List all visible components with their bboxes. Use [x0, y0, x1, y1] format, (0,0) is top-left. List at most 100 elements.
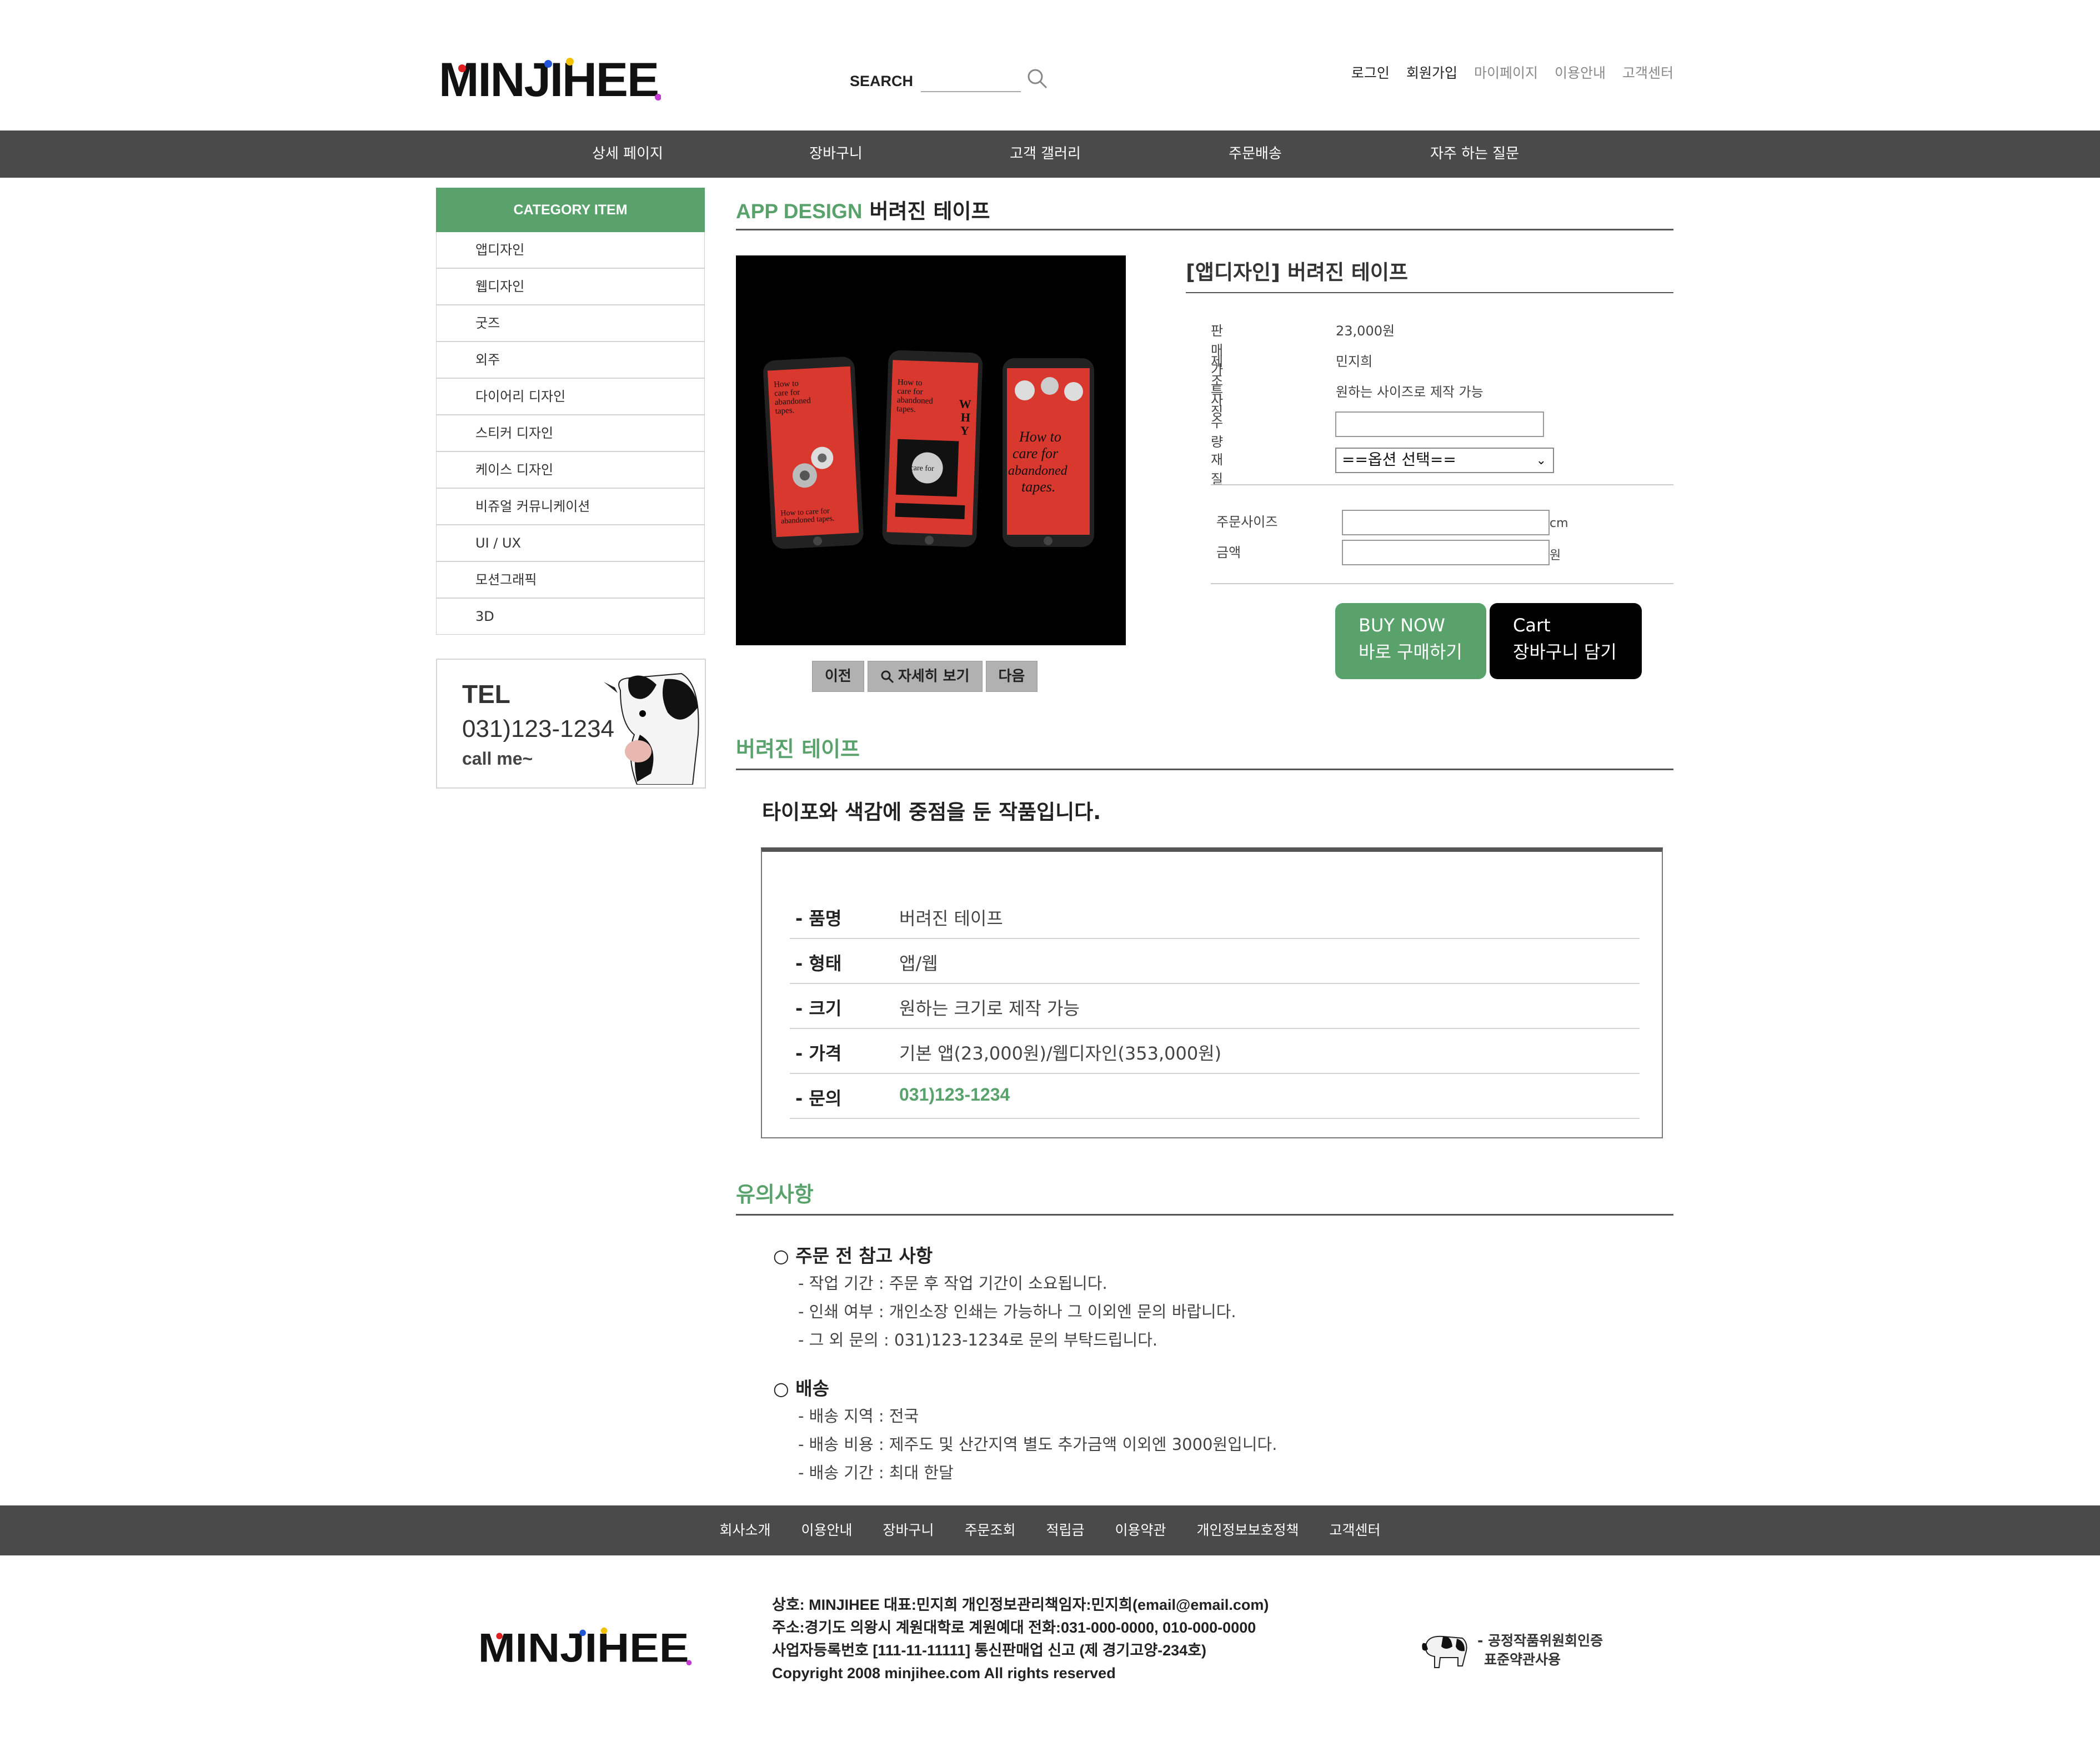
product-name-divider — [1186, 292, 1673, 293]
table-row: - 가격 기본 앱(23,000원)/웹디자인(353,000원) — [790, 1028, 1640, 1074]
shipping-note-line: - 배송 비용 : 제주도 및 산간지역 별도 추가금액 이외엔 3000원입니… — [798, 1435, 1277, 1454]
category-list: 앱디자인 웹디자인 굿즈 외주 다이어리 디자인 스티커 디자인 케이스 디자인… — [436, 232, 705, 635]
prev-button[interactable]: 이전 — [812, 661, 864, 692]
category-item-case[interactable]: 케이스 디자인 — [437, 452, 704, 489]
spec-value: 23,000원 — [1336, 323, 1395, 339]
shipping-note-line: - 배송 기간 : 최대 한달 — [798, 1463, 954, 1482]
search-bar[interactable]: SEARCH — [850, 61, 1049, 92]
material-select[interactable]: ==옵션 선택== ⌄ — [1335, 448, 1554, 473]
material-select-value: ==옵션 선택== — [1342, 450, 1456, 469]
footer-link-points[interactable]: 적립금 — [1046, 1505, 1085, 1555]
svg-text:care for: care for — [897, 387, 923, 397]
footer-link-privacy[interactable]: 개인정보보호정책 — [1197, 1505, 1299, 1555]
category-item-sticker[interactable]: 스티커 디자인 — [437, 415, 704, 452]
row-value: 앱/웹 — [899, 953, 938, 974]
shipping-note-line: - 배송 지역 : 전국 — [798, 1407, 919, 1425]
company-info: 상호: MINJIHEE 대표:민지희 개인정보관리책임자:민지희(email@… — [772, 1594, 1269, 1685]
next-button[interactable]: 다음 — [985, 661, 1038, 692]
footer-link-guide[interactable]: 이용안내 — [801, 1505, 852, 1555]
category-item-outsource[interactable]: 외주 — [437, 342, 704, 379]
svg-text:H: H — [960, 410, 970, 425]
amount-label: 금액 — [1216, 545, 1241, 560]
table-row: - 형태 앱/웹 — [790, 938, 1640, 984]
title-divider — [736, 229, 1673, 230]
copyright: Copyright 2008 minjihee.com All rights r… — [772, 1665, 1116, 1681]
detail-section-title: 버려진 테이프 — [736, 737, 860, 761]
nav-item-cart[interactable]: 장바구니 — [769, 130, 903, 178]
cow-seal-icon — [1422, 1635, 1467, 1668]
category-item-diary[interactable]: 다이어리 디자인 — [437, 379, 704, 415]
signup-link[interactable]: 회원가입 — [1406, 62, 1457, 82]
page-title: APP DESIGN 버려진 테이프 — [736, 194, 990, 224]
category-item-uiux[interactable]: UI / UX — [437, 525, 704, 562]
footer-link-support[interactable]: 고객센터 — [1330, 1505, 1381, 1555]
cart-ko: 장바구니 담기 — [1513, 641, 1617, 662]
cart-en: Cart — [1513, 615, 1551, 636]
nav-item-order[interactable]: 주문배송 — [1189, 130, 1322, 178]
row-value: 버려진 테이프 — [899, 908, 1003, 929]
phone-mockup-image: How to care for abandoned tapes. How to … — [736, 255, 1126, 645]
buy-now-ko: 바로 구매하기 — [1359, 641, 1462, 662]
svg-text:How to: How to — [898, 378, 923, 388]
contact-phone[interactable]: 031)123-1234 — [899, 1085, 1010, 1105]
table-row: - 문의 031)123-1234 — [790, 1073, 1640, 1119]
order-notes-heading: ○ 주문 전 참고 사항 — [773, 1245, 933, 1267]
svg-text:Y: Y — [960, 424, 970, 438]
mypage-link[interactable]: 마이페이지 — [1474, 62, 1538, 82]
category-item-goods[interactable]: 굿즈 — [437, 305, 704, 342]
product-image[interactable]: How to care for abandoned tapes. How to … — [736, 255, 1126, 645]
tel-call-text: call me~ — [462, 749, 533, 769]
footer-link-cart[interactable]: 장바구니 — [883, 1505, 934, 1555]
nav-item-gallery[interactable]: 고객 갤러리 — [979, 130, 1112, 178]
svg-text:abandoned: abandoned — [775, 396, 811, 407]
detail-lead: 타이포와 색감에 중점을 둔 작품입니다. — [762, 800, 1101, 824]
buy-now-button[interactable]: BUY NOW 바로 구매하기 — [1335, 603, 1486, 679]
order-size-input[interactable] — [1342, 510, 1550, 535]
add-to-cart-button[interactable]: Cart 장바구니 담기 — [1490, 603, 1642, 679]
buy-now-en: BUY NOW — [1359, 615, 1445, 636]
category-title: CATEGORY ITEM — [436, 188, 705, 232]
row-value: 원하는 크기로 제작 가능 — [899, 998, 1080, 1019]
site-logo[interactable]: MINJIHEE — [439, 53, 661, 103]
order-note-line: - 작업 기간 : 주문 후 작업 기간이 소요됩니다. — [798, 1274, 1107, 1293]
order-size-label: 주문사이즈 — [1216, 514, 1278, 530]
search-label: SEARCH — [850, 73, 914, 89]
category-item-3d[interactable]: 3D — [437, 599, 704, 634]
category-item-visual[interactable]: 비쥬얼 커뮤니케이션 — [437, 489, 704, 525]
svg-text:abandoned: abandoned — [1008, 464, 1068, 478]
footer-link-order[interactable]: 주문조회 — [964, 1505, 1015, 1555]
options-divider — [1211, 484, 1673, 485]
notice-divider — [736, 1214, 1673, 1216]
search-icon[interactable] — [1026, 68, 1049, 90]
search-input[interactable] — [921, 74, 1021, 92]
zoom-button[interactable]: 자세히 보기 — [867, 661, 983, 692]
spec-label: 수량 — [1211, 415, 1224, 450]
category-item-motion[interactable]: 모션그래픽 — [437, 562, 704, 599]
certification-text: - 공정작품위원회인증 표준약관사용 — [1477, 1631, 1603, 1669]
footer-link-company[interactable]: 회사소개 — [719, 1505, 770, 1555]
footer-logo[interactable]: MINJIHEE — [477, 1624, 693, 1666]
company-info-line: 사업자등록번호 [111-11-11111] 통신판매업 신고 (제 경기고양-… — [772, 1642, 1207, 1659]
quantity-input[interactable] — [1335, 411, 1544, 437]
product-name: [앱디자인] 버려진 테이프 — [1186, 260, 1408, 284]
login-link[interactable]: 로그인 — [1351, 62, 1390, 82]
category-item-web[interactable]: 웹디자인 — [437, 269, 704, 305]
notice-section-title: 유의사항 — [736, 1182, 814, 1207]
page: { "header": { "logo_text": "MINJIHEE", "… — [0, 0, 2100, 1752]
guide-link[interactable]: 이용안내 — [1555, 62, 1606, 82]
spec-label: 재질 — [1211, 452, 1224, 487]
table-row: - 크기 원하는 크기로 제작 가능 — [790, 983, 1640, 1029]
amount-input[interactable] — [1342, 540, 1550, 565]
spec-value: 원하는 사이즈로 제작 가능 — [1336, 384, 1483, 400]
support-link[interactable]: 고객센터 — [1622, 62, 1673, 82]
row-value: 기본 앱(23,000원)/웹디자인(353,000원) — [899, 1043, 1222, 1064]
svg-text:W: W — [959, 396, 971, 411]
footer-link-terms[interactable]: 이용약관 — [1115, 1505, 1166, 1555]
nav-item-faq[interactable]: 자주 하는 질문 — [1405, 130, 1544, 178]
category-item-app[interactable]: 앱디자인 — [437, 232, 704, 269]
nav-item-detail[interactable]: 상세 페이지 — [561, 130, 694, 178]
row-label: - 형태 — [795, 953, 842, 974]
spec-value: 민지희 — [1336, 354, 1373, 369]
tel-banner[interactable]: TEL 031)123-1234 call me~ — [436, 659, 706, 789]
chevron-down-icon: ⌄ — [1536, 454, 1546, 468]
